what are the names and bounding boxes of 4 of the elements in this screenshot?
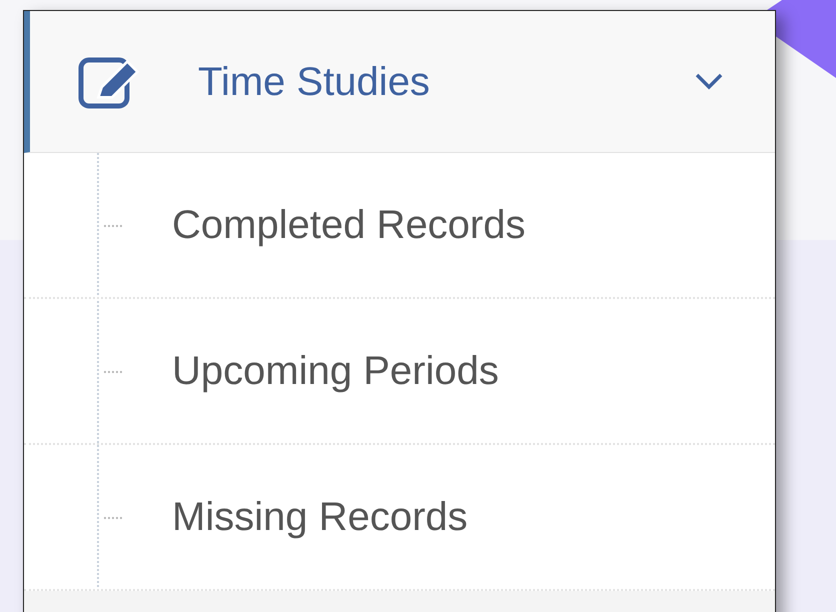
submenu-item[interactable]: Upcoming Periods: [24, 299, 775, 445]
menu-section-header[interactable]: Time Studies: [24, 11, 775, 153]
submenu-item[interactable]: Completed Records: [24, 153, 775, 299]
chevron-down-icon: [695, 72, 723, 90]
